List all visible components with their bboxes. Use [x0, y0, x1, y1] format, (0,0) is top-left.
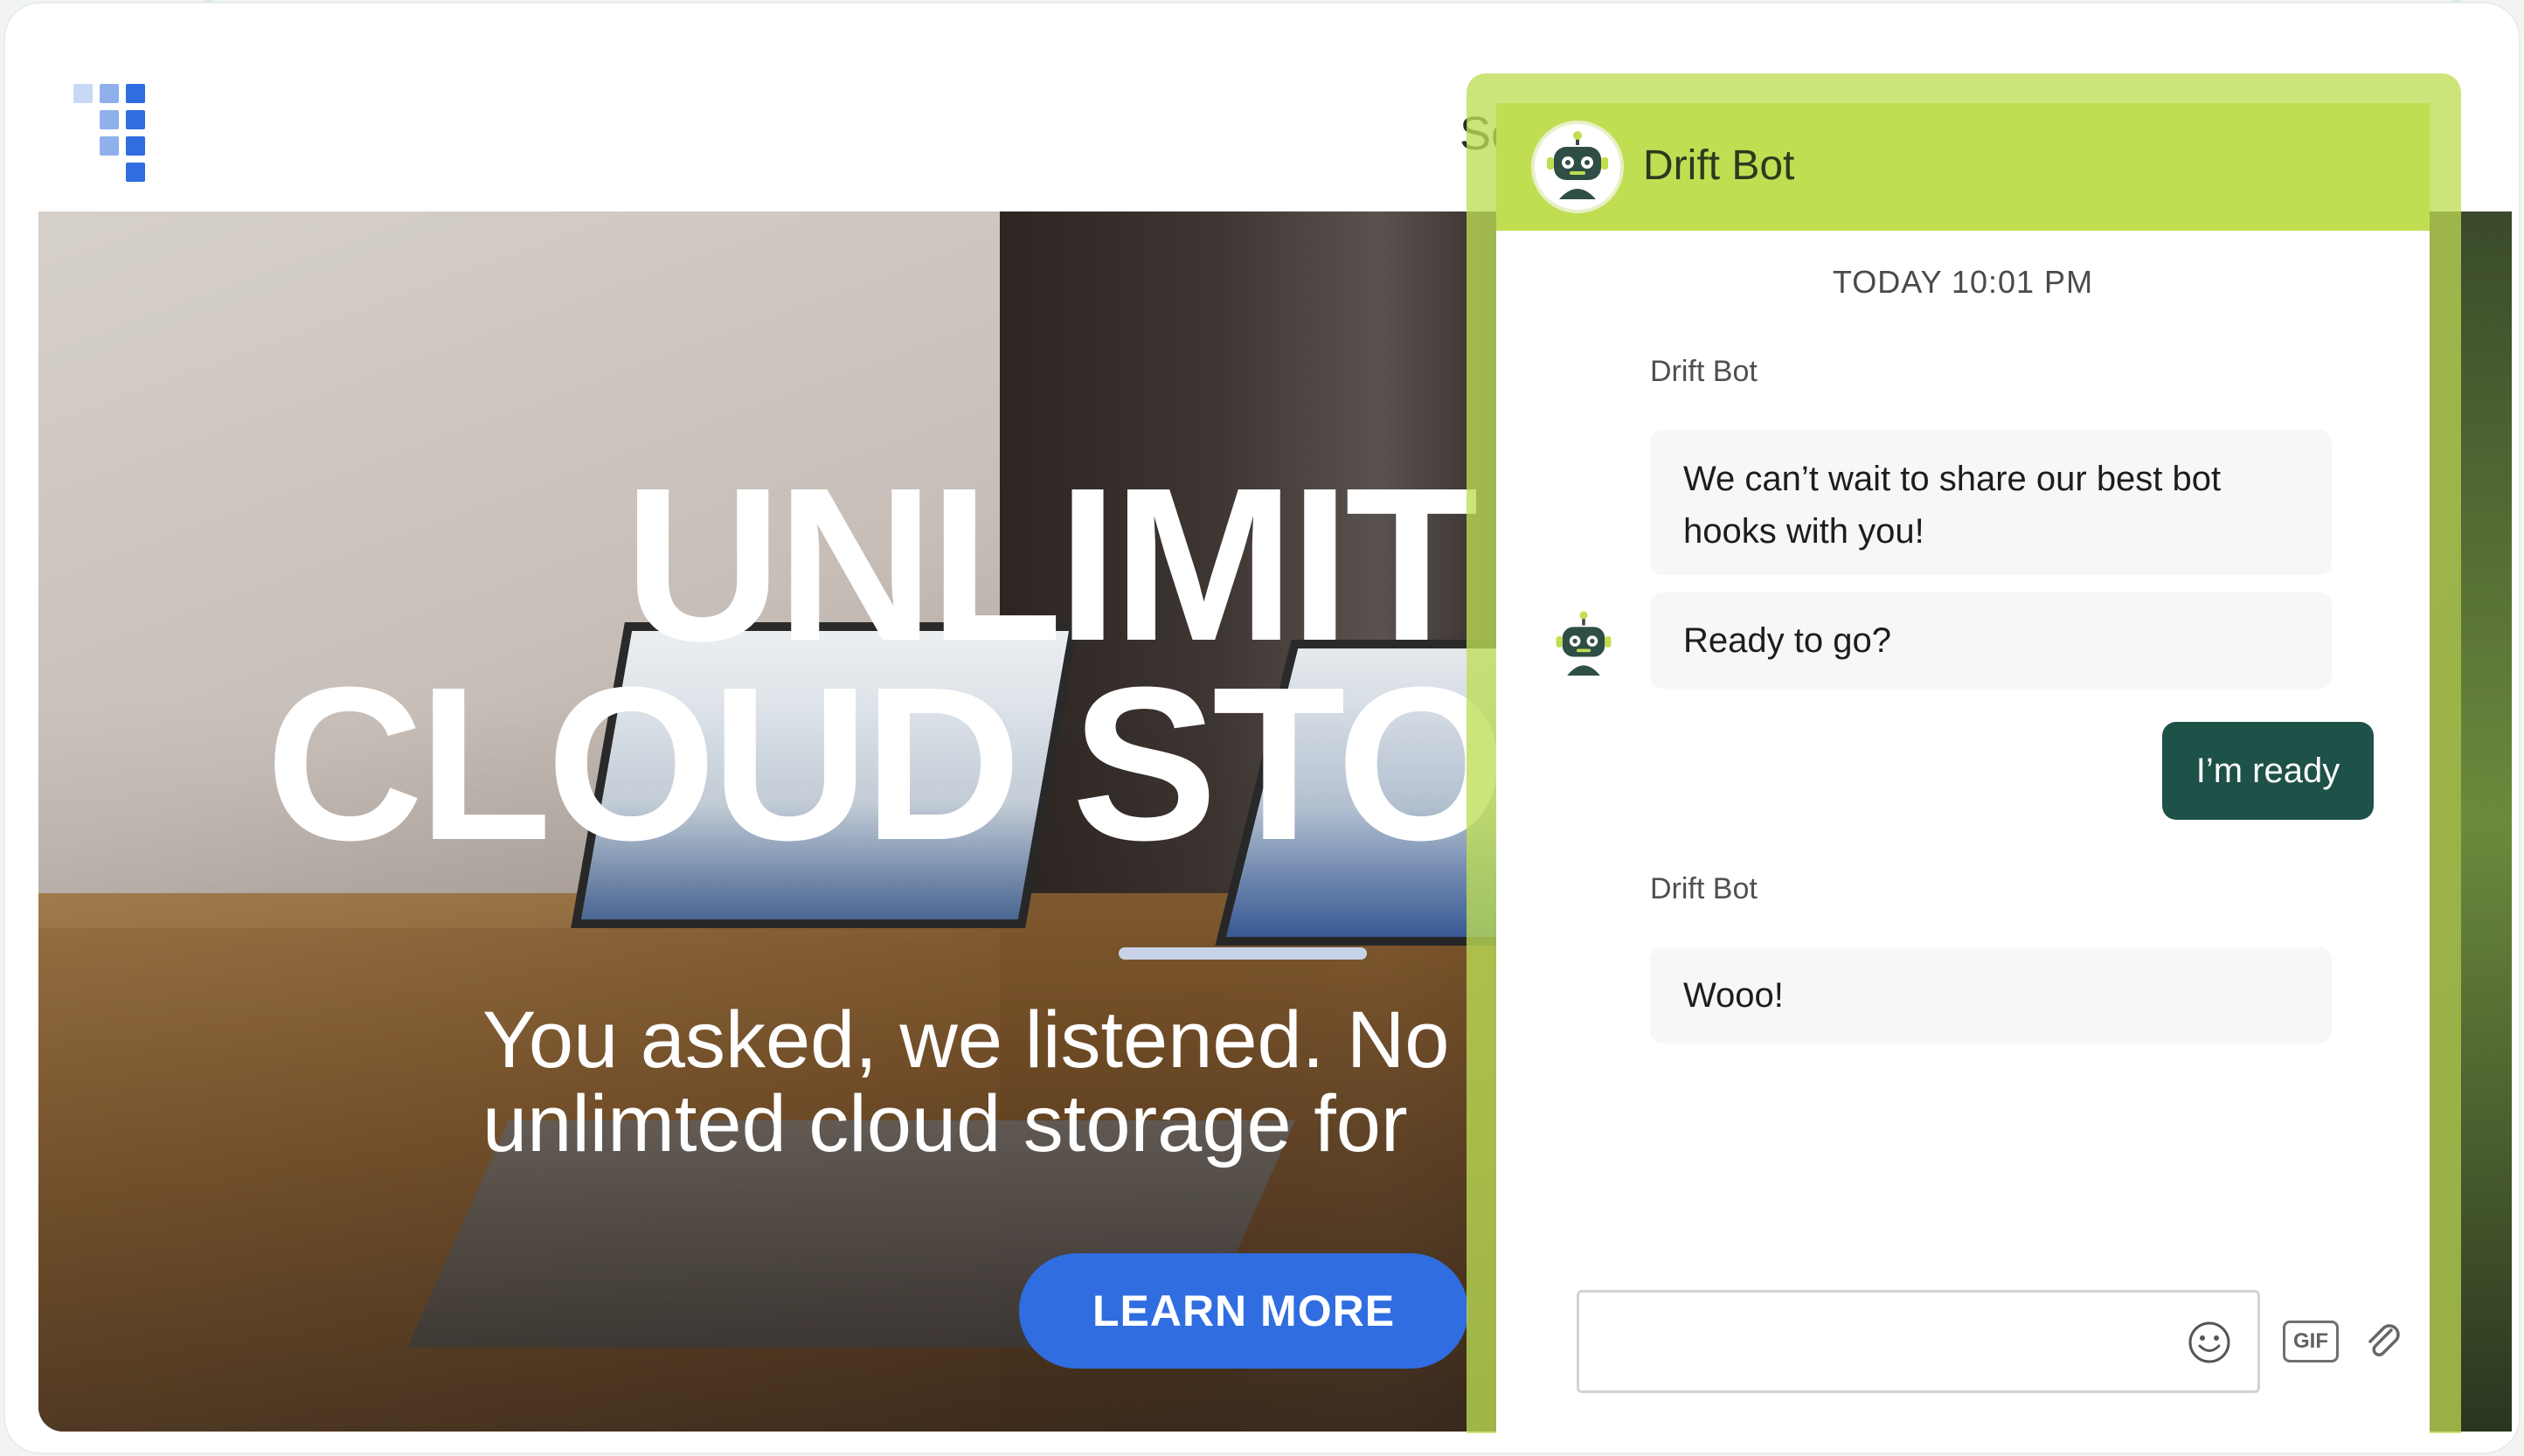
hero-photo-right-edge [2461, 211, 2512, 1432]
paperclip-icon[interactable] [2361, 1320, 2405, 1363]
hero-divider [1119, 947, 1367, 960]
robot-avatar-icon [1545, 607, 1622, 683]
message-sender: Drift Bot [1650, 355, 1758, 388]
bot-message-bubble: Ready to go? [1650, 593, 2332, 689]
chat-timestamp: TODAY 10:01 PM [1832, 264, 2094, 300]
smiley-icon[interactable] [2186, 1319, 2233, 1366]
learn-more-button[interactable]: LEARN MORE [1019, 1253, 1468, 1369]
reply-option-button[interactable]: I’m ready [2162, 722, 2374, 820]
chat-header-title: Drift Bot [1643, 142, 1795, 189]
message-composer [1577, 1290, 2260, 1393]
hero-subtitle: You asked, we listened. No unlimted clou… [482, 998, 1449, 1166]
message-sender: Drift Bot [1650, 872, 1758, 905]
robot-avatar-icon [1535, 124, 1620, 210]
hero-title: UNLIMIT CLOUD STO [266, 442, 1507, 885]
chat-widget: Drift Bot TODAY 10:01 PM Drift Bot We ca… [1496, 103, 2430, 1433]
hero-subtitle-line-1: You asked, we listened. No [482, 995, 1450, 1085]
chat-header: Drift Bot [1496, 103, 2430, 231]
site-logo-icon[interactable] [73, 84, 170, 182]
message-input[interactable] [1597, 1293, 2177, 1392]
hero-title-line-1: UNLIMIT [624, 442, 1479, 686]
hero-title-line-2: CLOUD STO [266, 641, 1507, 885]
bot-message-bubble: We can’t wait to share our best bot hook… [1650, 430, 2332, 575]
hero-subtitle-line-2: unlimted cloud storage for [482, 1079, 1408, 1168]
screenshot-frame: Sc UNLIMIT CLOUD STO You asked, we liste… [0, 0, 2524, 1456]
bot-message-bubble: Wooo! [1650, 947, 2332, 1043]
gif-button[interactable]: GIF [2283, 1321, 2339, 1362]
